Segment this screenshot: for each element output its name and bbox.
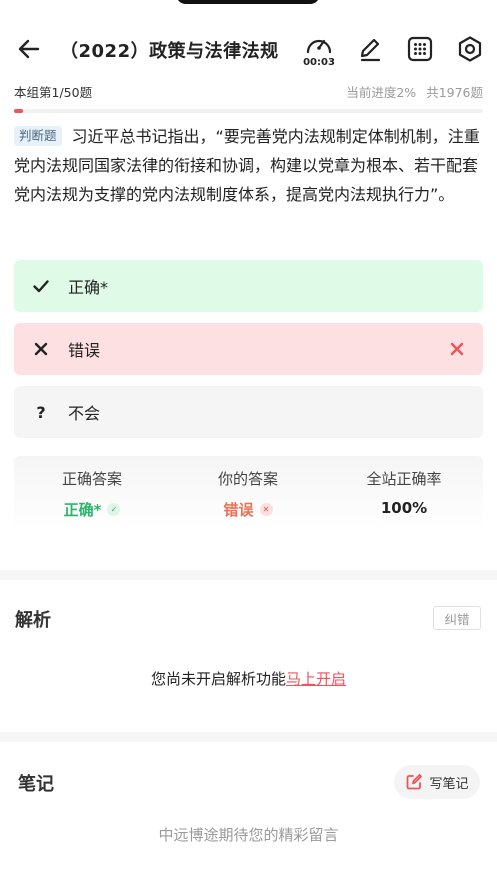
- write-note-button[interactable]: 写笔记: [394, 765, 480, 799]
- edit-pen-icon[interactable]: [355, 34, 385, 64]
- page-title: （2022）政策与法律法规: [60, 41, 279, 62]
- back-arrow-icon[interactable]: [14, 34, 44, 64]
- accuracy-value: 100%: [380, 499, 428, 517]
- question-type-tag: 判断题: [14, 126, 62, 146]
- option-correct[interactable]: 正确*: [14, 260, 483, 312]
- total-questions: 共1976题: [426, 85, 483, 100]
- group-counter: 本组第1/50题: [14, 85, 93, 100]
- correct-answer-header: 正确答案: [61, 470, 122, 488]
- accuracy-column: 全站正确率 100%: [326, 468, 482, 517]
- progress-summary: 当前进度2% 共1976题: [340, 82, 483, 101]
- correct-answer-column: 正确答案 正确* ✓: [14, 468, 170, 520]
- progress-bar: [14, 109, 483, 113]
- analysis-message-text: 您尚未开启解析功能: [150, 670, 286, 688]
- small-check-icon: ✓: [107, 503, 121, 516]
- option-label: 不会: [68, 404, 101, 423]
- section-divider: [0, 732, 497, 742]
- note-edit-icon: [407, 774, 423, 790]
- option-label: 错误: [68, 341, 101, 360]
- option-dont-know[interactable]: ? 不会: [14, 386, 483, 438]
- enable-analysis-link[interactable]: 马上开启: [286, 670, 346, 688]
- accuracy-header: 全站正确率: [366, 470, 442, 488]
- option-wrong[interactable]: 错误: [14, 323, 483, 375]
- small-x-icon: ✕: [259, 503, 273, 516]
- question-icon: ?: [36, 402, 46, 422]
- camera-notch: [176, 0, 320, 4]
- answer-sheet-grid-icon[interactable]: [405, 34, 435, 64]
- timer[interactable]: 00:03: [301, 30, 337, 70]
- top-bar: （2022）政策与法律法规 00:03: [0, 22, 497, 76]
- your-answer-value: 错误: [223, 501, 254, 519]
- check-icon: [30, 275, 52, 297]
- x-icon: [30, 338, 52, 360]
- notes-empty-message: 中远博途期待您的精彩留言: [158, 826, 339, 844]
- settings-gear-icon[interactable]: [455, 34, 485, 64]
- analysis-title: 解析: [15, 610, 51, 631]
- wrong-mark-icon: [450, 342, 464, 356]
- answer-summary: 正确答案 正确* ✓ 你的答案 错误 ✕ 全站正确率 100%: [14, 456, 483, 530]
- your-answer-header: 你的答案: [217, 470, 278, 488]
- analysis-locked-message: 您尚未开启解析功能马上开启: [0, 668, 497, 689]
- progress-bar-fill: [14, 109, 24, 113]
- correct-answer-value: 正确*: [63, 501, 102, 519]
- write-note-label: 写笔记: [429, 776, 469, 792]
- question-text: 习近平总书记指出，“要完善党内法规制定体制机制，注重党内法规同国家法律的衔接和协…: [14, 127, 480, 204]
- progress-row: 本组第1/50题 当前进度2% 共1976题: [14, 82, 483, 102]
- notes-title: 笔记: [18, 774, 54, 795]
- your-answer-column: 你的答案 错误 ✕: [170, 468, 326, 520]
- question: 判断题 习近平总书记指出，“要完善党内法规制定体制机制，注重党内法规同国家法律的衔…: [14, 122, 486, 209]
- speedometer-icon: [306, 39, 332, 54]
- current-progress: 当前进度2%: [346, 85, 417, 100]
- timer-value: 00:03: [303, 57, 335, 68]
- option-label: 正确*: [68, 278, 109, 297]
- section-divider: [0, 570, 497, 580]
- report-error-button[interactable]: 纠错: [433, 606, 481, 630]
